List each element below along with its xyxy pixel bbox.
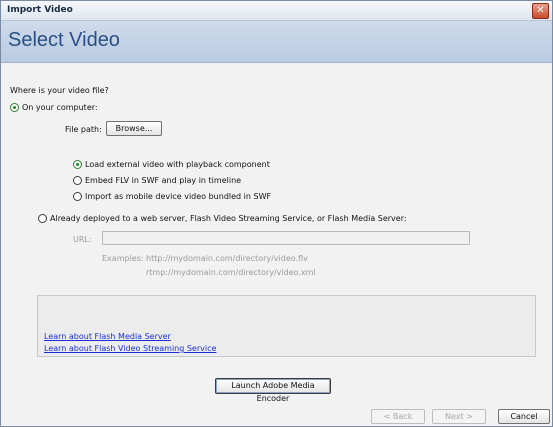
cancel-button[interactable]: Cancel [498, 409, 550, 424]
radio-import-mobile[interactable] [73, 192, 82, 201]
back-button[interactable]: < Back [371, 409, 425, 424]
radio-load-external[interactable] [73, 160, 82, 169]
option-embed-flv-label[interactable]: Embed FLV in SWF and play in timeline [85, 176, 241, 185]
close-button[interactable]: ✕ [532, 3, 549, 19]
import-video-dialog: Import Video ✕ Select Video Where is you… [0, 0, 553, 427]
already-deployed-label[interactable]: Already deployed to a web server, Flash … [50, 214, 407, 223]
option-import-mobile-label[interactable]: Import as mobile device video bundled in… [85, 192, 271, 201]
window-title: Import Video [7, 5, 73, 15]
url-label: URL: [73, 235, 92, 244]
title-bar[interactable]: Import Video ✕ [1, 1, 552, 21]
question-label: Where is your video file? [10, 86, 109, 95]
option-load-external-label[interactable]: Load external video with playback compon… [85, 160, 270, 169]
link-learn-flash-video-streaming[interactable]: Learn about Flash Video Streaming Servic… [44, 344, 216, 353]
dialog-content: Where is your video file? On your comput… [1, 63, 552, 426]
on-computer-label[interactable]: On your computer: [22, 103, 98, 112]
examples-label: Examples: [102, 254, 144, 263]
next-button[interactable]: Next > [432, 409, 486, 424]
browse-button[interactable]: Browse... [106, 121, 162, 136]
page-header: Select Video [1, 21, 552, 63]
link-learn-flash-media-server[interactable]: Learn about Flash Media Server [44, 332, 171, 341]
url-field[interactable] [102, 231, 470, 245]
radio-on-computer[interactable] [10, 103, 19, 112]
launch-media-encoder-button[interactable]: Launch Adobe Media Encoder [215, 378, 331, 403]
close-icon: ✕ [536, 5, 545, 16]
radio-embed-flv[interactable] [73, 176, 82, 185]
page-title: Select Video [8, 29, 120, 51]
file-path-label: File path: [65, 125, 102, 134]
example-url-2: rtmp://mydomain.com/directory/video.xml [146, 268, 316, 277]
example-url-1: http://mydomain.com/directory/video.flv [146, 254, 308, 263]
radio-already-deployed[interactable] [38, 214, 47, 223]
info-panel: Learn about Flash Media Server Learn abo… [37, 295, 536, 357]
